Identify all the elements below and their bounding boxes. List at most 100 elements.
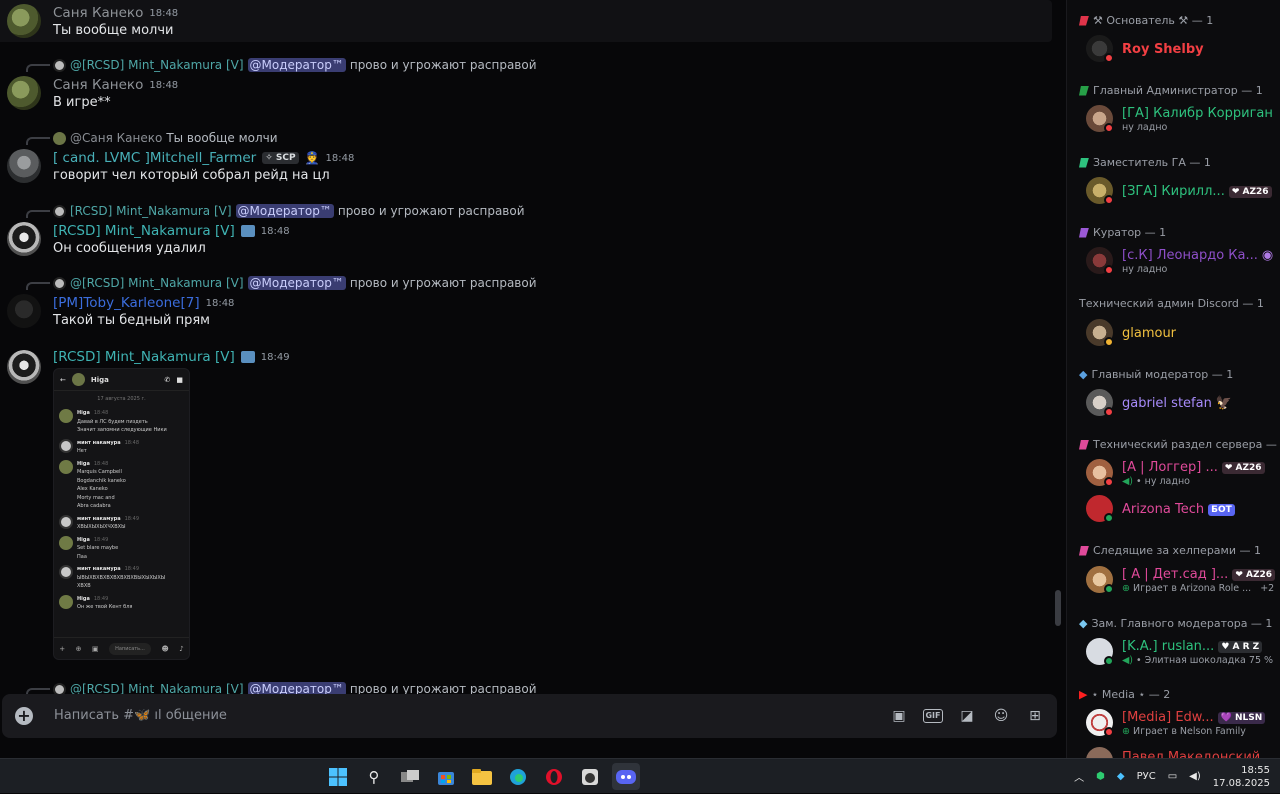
tray-app2-icon[interactable]: ◆ xyxy=(1117,771,1125,782)
reply-preview[interactable]: @[RCSD] Mint_Nakamura [V] @Модератор™ пр… xyxy=(53,58,537,72)
member-item[interactable]: glamour xyxy=(1086,316,1276,350)
member-item[interactable]: [с.К] Леонардо Ка... ◉ ну ладно xyxy=(1086,244,1276,278)
opera-icon[interactable] xyxy=(540,763,568,790)
search-icon[interactable]: ⚲ xyxy=(360,763,388,790)
task-view-icon[interactable] xyxy=(396,763,424,790)
member-item[interactable]: Roy Shelby xyxy=(1086,32,1276,66)
member-name: glamour xyxy=(1122,326,1177,341)
chevron-up-icon[interactable]: ︿ xyxy=(1074,769,1084,784)
message[interactable]: Саня Канеко 18:48 Ты вообще молчи xyxy=(0,0,1052,42)
network-icon[interactable]: ▭ xyxy=(1168,771,1177,782)
reply-author[interactable]: @[RCSD] Mint_Nakamura [V] xyxy=(70,276,244,290)
message[interactable]: @[RCSD] Mint_Nakamura [V] @Модератор™ пр… xyxy=(0,680,1052,694)
apps-gamepad-icon[interactable]: ⊞ xyxy=(1025,706,1045,726)
author-name[interactable]: Саня Канеко xyxy=(53,5,143,21)
avatar[interactable] xyxy=(7,222,41,256)
emoji-icon[interactable]: ☺ xyxy=(991,706,1011,726)
message[interactable]: @[RCSD] Mint_Nakamura [V] @Модератор™ пр… xyxy=(0,56,1052,116)
diamond-icon: ◆ xyxy=(1079,617,1088,630)
app-cat-icon[interactable] xyxy=(576,763,604,790)
placeholder-suffix: ıl общение xyxy=(154,708,227,723)
guild-badge: ❤ AZ26 xyxy=(1232,568,1276,581)
sticker-icon[interactable]: ◪ xyxy=(957,706,977,726)
file-explorer-icon[interactable] xyxy=(468,763,496,790)
reply-author[interactable]: @[RCSD] Mint_Nakamura [V] xyxy=(70,682,244,694)
language-indicator[interactable]: РУС xyxy=(1137,771,1156,782)
placeholder-prefix: Написать # xyxy=(54,708,135,723)
member-item[interactable]: Arizona Tech БОТ xyxy=(1086,492,1276,526)
member-name: Roy Shelby xyxy=(1122,42,1204,57)
author-name[interactable]: [RCSD] Mint_Nakamura [V] xyxy=(53,223,235,239)
author-name[interactable]: [RCSD] Mint_Nakamura [V] xyxy=(53,349,235,365)
attachment-message: Higa 18:48 Давай в ЛС будем пиздеть Значит … xyxy=(54,407,189,437)
reply-connector xyxy=(26,210,50,218)
reply-author[interactable]: @Саня Канеко xyxy=(70,131,162,145)
discord-taskbar-icon[interactable] xyxy=(612,763,640,790)
windows-start-icon[interactable] xyxy=(324,763,352,790)
member-item[interactable]: [Media] Edw... 💜 NLSN ⊕ Играет в Nelson Fa… xyxy=(1086,706,1276,740)
status-online-icon xyxy=(1104,584,1114,594)
member-item[interactable]: [ГА] Калибр Корриган ну ладно xyxy=(1086,102,1276,136)
clock[interactable]: 18:55 17.08.2025 xyxy=(1213,764,1270,790)
attachment-line: ХВЫХЫХЫХЧХВХЫ xyxy=(77,524,126,530)
message[interactable]: @Саня Канеко Ты вообще молчи [ cand. LVM… xyxy=(0,129,1052,189)
reply-preview[interactable]: @Саня Канеко Ты вообще молчи xyxy=(53,131,278,145)
avatar[interactable] xyxy=(7,4,41,38)
flag-icon xyxy=(1079,439,1089,450)
message[interactable]: [RCSD] Mint_Nakamura [V] @Модератор™ про… xyxy=(0,202,1052,262)
volume-icon[interactable]: ◀) xyxy=(1189,771,1201,782)
emoji-icon: ☻ xyxy=(161,644,169,653)
tray-app-icon[interactable]: ⬢ xyxy=(1096,771,1105,782)
edge-icon[interactable] xyxy=(504,763,532,790)
chat-scrollbar[interactable] xyxy=(1055,590,1061,626)
member-item[interactable]: gabriel stefan 🦅 xyxy=(1086,386,1276,420)
message-input[interactable]: Написать #🦋 ıl общение xyxy=(54,708,227,723)
reply-avatar xyxy=(53,58,66,72)
timestamp: 18:48 xyxy=(325,152,355,164)
mention[interactable]: @Модератор™ xyxy=(235,204,334,218)
reply-author[interactable]: [RCSD] Mint_Nakamura [V] xyxy=(70,204,232,218)
police-emoji-icon: 👮 xyxy=(304,151,320,165)
mention[interactable]: @Модератор™ xyxy=(247,58,346,72)
attachment-message: минт накамура 18:49 ЫВЫХВХВХВХВХВХВХВЫХЫХЫ… xyxy=(54,563,189,593)
message-composer[interactable]: + Написать #🦋 ıl общение ▣ GIF ◪ ☺ ⊞ xyxy=(2,694,1057,738)
gift-icon[interactable]: ▣ xyxy=(889,706,909,726)
attachment-time: 18:48 xyxy=(93,460,109,467)
avatar[interactable] xyxy=(7,149,41,183)
member-item[interactable]: Павел Македонский xyxy=(1086,744,1276,758)
avatar[interactable] xyxy=(7,294,41,328)
avatar[interactable] xyxy=(7,350,41,384)
store-icon[interactable] xyxy=(432,763,460,790)
author-name[interactable]: [ cand. LVMC ]Mitchell_Farmer xyxy=(53,150,256,166)
add-attachment-button[interactable]: + xyxy=(15,707,33,725)
gamepad-icon: ⊕ xyxy=(1122,726,1130,737)
bird-icon: 🦅 xyxy=(1215,396,1233,411)
status-dnd-icon xyxy=(1104,265,1114,275)
attachment-author: минт накамура xyxy=(77,439,121,446)
member-item[interactable]: [ A | Дет.сад ]... ❤ AZ26 ⊕ Играет в Arizo… xyxy=(1086,563,1276,597)
member-item[interactable]: [A | Логгер] ... ❤ AZ26 ◀) • ну ладно xyxy=(1086,456,1276,490)
message[interactable]: @[RCSD] Mint_Nakamura [V] @Модератор™ пр… xyxy=(0,274,1052,334)
member-item[interactable]: [K.A.] ruslan... ♥ A R Z ◀) • Элитная шок… xyxy=(1086,635,1276,669)
reply-author[interactable]: @[RCSD] Mint_Nakamura [V] xyxy=(70,58,244,72)
server-tag[interactable]: ✧ SCP xyxy=(262,152,299,164)
image-attachment[interactable]: ← Higa ✆ ■ 17 августа 2025 г. Higa 18:48 Д… xyxy=(53,368,190,660)
reply-connector xyxy=(26,282,50,290)
mention[interactable]: @Модератор™ xyxy=(247,682,346,694)
gif-icon[interactable]: GIF xyxy=(923,709,943,723)
attachment-line: ХВХВ xyxy=(77,583,91,589)
reply-preview[interactable]: @[RCSD] Mint_Nakamura [V] @Модератор™ пр… xyxy=(53,276,537,290)
reply-preview[interactable]: @[RCSD] Mint_Nakamura [V] @Модератор™ пр… xyxy=(53,682,537,694)
author-name[interactable]: [PM]Toby_Karleone[7] xyxy=(53,295,200,311)
message-text: Ты вообще молчи xyxy=(53,23,174,38)
reply-preview[interactable]: [RCSD] Mint_Nakamura [V] @Модератор™ про… xyxy=(53,204,525,218)
mention[interactable]: @Модератор™ xyxy=(247,276,346,290)
youtube-icon: ▶ xyxy=(1079,688,1088,701)
author-name[interactable]: Саня Канеко xyxy=(53,77,143,93)
attachment-line: ЫВЫХВХВХВХВХВХВХВЫХЫХЫХЫ xyxy=(77,574,166,581)
discord-window: Саня Канеко 18:48 Ты вообще молчи @[RCSD… xyxy=(0,0,1280,758)
avatar[interactable] xyxy=(7,76,41,110)
member-item[interactable]: [ЗГА] Кирилл... ❤ AZ26 xyxy=(1086,174,1276,208)
timestamp: 18:49 xyxy=(260,351,290,363)
status-dnd-icon xyxy=(1104,53,1114,63)
